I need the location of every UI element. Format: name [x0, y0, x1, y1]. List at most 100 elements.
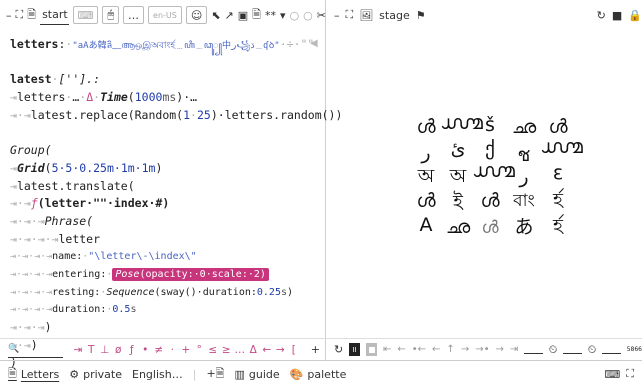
tab-label: private — [83, 367, 122, 381]
code-line: ⇥·⇥·⇥·⇥name:·"\letter\-\index\" — [10, 251, 197, 263]
symbol-button[interactable]: ⊥ — [98, 344, 112, 356]
fullscreen-icon[interactable]: ⛶ — [16, 8, 24, 22]
code-line: latest·[''].: — [10, 72, 101, 87]
code-line: ⇥·⇥·⇥·⇥resting:·Sequence(sway()·duration… — [10, 286, 294, 298]
timeline-slider[interactable] — [524, 346, 543, 354]
fullscreen-icon[interactable]: ⛶ — [626, 367, 634, 381]
symbol-button[interactable]: · — [166, 344, 180, 356]
symbol-button[interactable]: ≠ — [152, 344, 166, 356]
symbol-button[interactable]: … — [233, 344, 247, 356]
timeline-slider[interactable] — [602, 346, 621, 354]
language-selector[interactable]: English… — [132, 368, 183, 381]
document-icon: 🗎 — [27, 7, 37, 21]
keyboard-icon[interactable]: ⌨ — [72, 6, 99, 24]
circle-icon[interactable]: ○ — [303, 9, 313, 22]
code-line: ⇥letters·…·Δ·Time(1000ms)·… — [10, 90, 198, 105]
symbol-button[interactable]: + — [179, 344, 193, 356]
reset-icon[interactable]: ↻ — [597, 9, 606, 22]
tab-label: English… — [132, 367, 183, 381]
symbol-button[interactable]: • — [139, 344, 153, 356]
symbol-button[interactable]: T — [85, 344, 99, 356]
circle-icon[interactable]: ○ — [290, 9, 300, 22]
locale-button[interactable]: en-US — [148, 6, 182, 24]
step-counter: 5866 — [626, 346, 642, 353]
collapse-icon[interactable]: – — [334, 9, 340, 22]
code-line: ⇥·⇥·⇥·⇥entering:· Pose(opacity:·0·scale:·… — [10, 266, 310, 284]
code-line: ⇥·⇥·⇥) — [10, 320, 52, 334]
tab-guide[interactable]: ▥ guide — [235, 368, 280, 381]
stop-button[interactable] — [366, 343, 377, 356]
tab-label: Letters — [20, 367, 60, 381]
step-back-input-icon[interactable]: •← — [412, 344, 426, 355]
stage-letter: ქ — [485, 138, 495, 160]
symbol-button[interactable]: ° — [193, 344, 207, 356]
keyboard-icon[interactable]: ⌨ — [604, 368, 620, 381]
stage-letter: ഛ — [445, 216, 471, 238]
step-forward-input-icon[interactable]: →• — [475, 344, 489, 355]
cursor-tool-icon[interactable]: ⬉ — [211, 9, 220, 22]
add-source-button[interactable]: +🗎 — [206, 365, 224, 384]
stage-letter: ൾ — [480, 190, 500, 212]
symbol-button[interactable]: Δ — [247, 344, 261, 356]
stage-tool-icon[interactable]: ▣ — [238, 9, 248, 22]
symbol-button[interactable]: ≤ — [206, 344, 220, 356]
tab-letters[interactable]: 🗎 Letters — [8, 365, 59, 384]
collapse-icon[interactable]: – — [6, 9, 12, 22]
stage-letter: ر — [519, 166, 529, 188]
stage-letter: ൸ — [472, 160, 515, 182]
refresh-icon[interactable]: ↻ — [334, 343, 343, 356]
stage-canvas[interactable]: ൾ ൸ š ഛ ൾ ر ئ ქ ช ൸ অ অ ൸ ر ε ൾ ই ൾ বাং … — [326, 30, 642, 336]
stage-letter: ئ — [450, 138, 466, 160]
clock-icon[interactable]: ⏲ — [588, 343, 597, 357]
collapse-arrow-icon[interactable]: ◀ — [310, 38, 318, 49]
symbol-button[interactable]: ← — [260, 344, 274, 356]
search-icon: 🔍 — [8, 344, 20, 354]
code-line: ⇥·⇥latest.replace(Random(1·25)·letters.r… — [10, 107, 343, 122]
pause-button[interactable]: II — [349, 343, 361, 356]
pin-icon[interactable]: ⚑ — [416, 9, 426, 22]
emoji-icon[interactable]: ☺ — [185, 6, 208, 24]
code-line: ⇥latest.translate( — [10, 178, 135, 193]
symbol-button[interactable]: ø — [112, 344, 126, 356]
symbol-button[interactable]: ⇥ — [71, 344, 85, 356]
symbol-button[interactable]: [ — [287, 344, 301, 356]
clock-icon[interactable]: ⏲ — [549, 343, 558, 357]
step-start-icon[interactable]: ⇤ — [383, 344, 391, 355]
fullscreen-icon[interactable]: ⛶ — [346, 8, 354, 22]
stage-letter: ൸ — [540, 136, 583, 158]
palette-icon: 🎨 — [289, 367, 304, 381]
step-back-one-icon[interactable]: ← — [432, 344, 440, 355]
doc-tool-icon[interactable]: 🗎 — [252, 6, 261, 25]
tab-palette[interactable]: 🎨 palette — [290, 368, 347, 381]
stage-icon: 🖼 — [359, 8, 374, 22]
tab-private[interactable]: ⚙ private — [69, 368, 122, 381]
step-back-icon[interactable]: ← — [397, 344, 405, 355]
symbol-button[interactable]: ƒ — [125, 344, 139, 356]
code-editor[interactable]: letters:·"aAあ韓ลิ﹏ആஒஇঅবাংর্হ﹍ꦲꦶ﹍ꦣꦸ꧀中ر꧁ڌ﹍ʠ… — [10, 36, 343, 372]
more-button[interactable]: … — [123, 6, 145, 24]
stage-letter: ر — [421, 142, 431, 164]
code-line: ⇥·⇥·⇥Phrase( — [10, 213, 94, 228]
code-pane: – ⛶ 🗎 start ⌨ 🖱 … en-US ☺ ⬉ ↗ ▣ 🗎 ** ▾ ○… — [0, 0, 342, 369]
stop-icon[interactable]: ■ — [612, 9, 622, 22]
step-forward-icon[interactable]: → — [495, 344, 503, 355]
dropdown-icon[interactable]: ▾ — [280, 9, 286, 22]
markup-tool-icon[interactable]: ** — [265, 9, 276, 22]
timeline-slider[interactable] — [563, 346, 582, 354]
add-document-icon: +🗎 — [206, 366, 225, 380]
scissors-icon[interactable]: ✂ — [317, 9, 326, 22]
symbol-button[interactable]: ≥ — [220, 344, 234, 356]
step-end-icon[interactable]: ⇥ — [510, 344, 518, 355]
add-symbol-button[interactable]: + — [311, 343, 320, 356]
step-forward-one-icon[interactable]: → — [461, 344, 469, 355]
lock-icon[interactable]: 🔒 — [628, 9, 642, 22]
symbol-search-input[interactable]: 🔍 — [8, 342, 63, 358]
selected-expression[interactable]: Pose(opacity:·0·scale:·2) — [112, 267, 269, 281]
mouse-icon[interactable]: 🖱 — [102, 6, 120, 24]
symbol-button[interactable]: → — [274, 344, 288, 356]
arrow-tool-icon[interactable]: ↗ — [225, 9, 234, 22]
project-name-field[interactable]: start — [40, 5, 69, 25]
timeline-bar: ↻ II ⇤ ← •← ← ↑ → →• → ⇥ ⏲ ⏲ 5866 — [326, 338, 642, 360]
step-up-icon[interactable]: ↑ — [446, 344, 454, 355]
